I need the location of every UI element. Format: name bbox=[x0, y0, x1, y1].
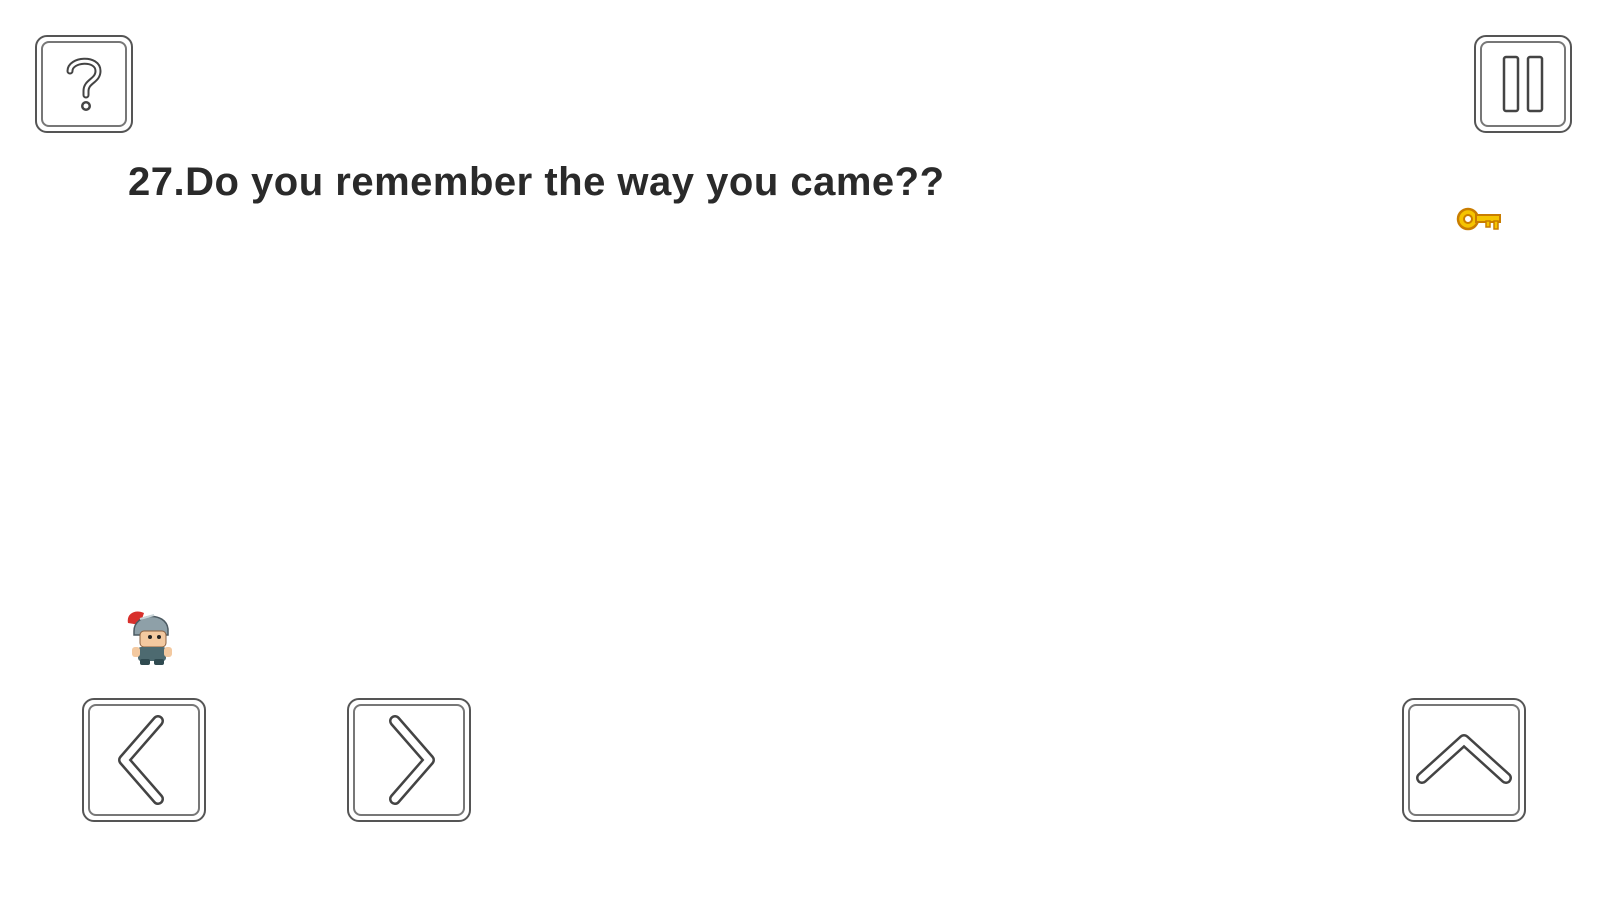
move-right-button[interactable] bbox=[347, 698, 471, 822]
player-character bbox=[127, 611, 172, 665]
help-button[interactable] bbox=[35, 35, 133, 133]
key-icon bbox=[1456, 207, 1501, 231]
chevron-left-icon bbox=[118, 715, 164, 805]
pause-icon bbox=[1502, 55, 1544, 113]
level-title: 27.Do you remember the way you came?? bbox=[128, 160, 945, 204]
move-left-button[interactable] bbox=[82, 698, 206, 822]
question-mark-icon bbox=[66, 57, 102, 111]
chevron-right-icon bbox=[389, 715, 435, 805]
jump-button[interactable] bbox=[1402, 698, 1526, 822]
chevron-up-icon bbox=[1416, 734, 1512, 784]
pause-button[interactable] bbox=[1474, 35, 1572, 133]
game-screen: 27.Do you remember the way you came?? bbox=[0, 0, 1600, 900]
